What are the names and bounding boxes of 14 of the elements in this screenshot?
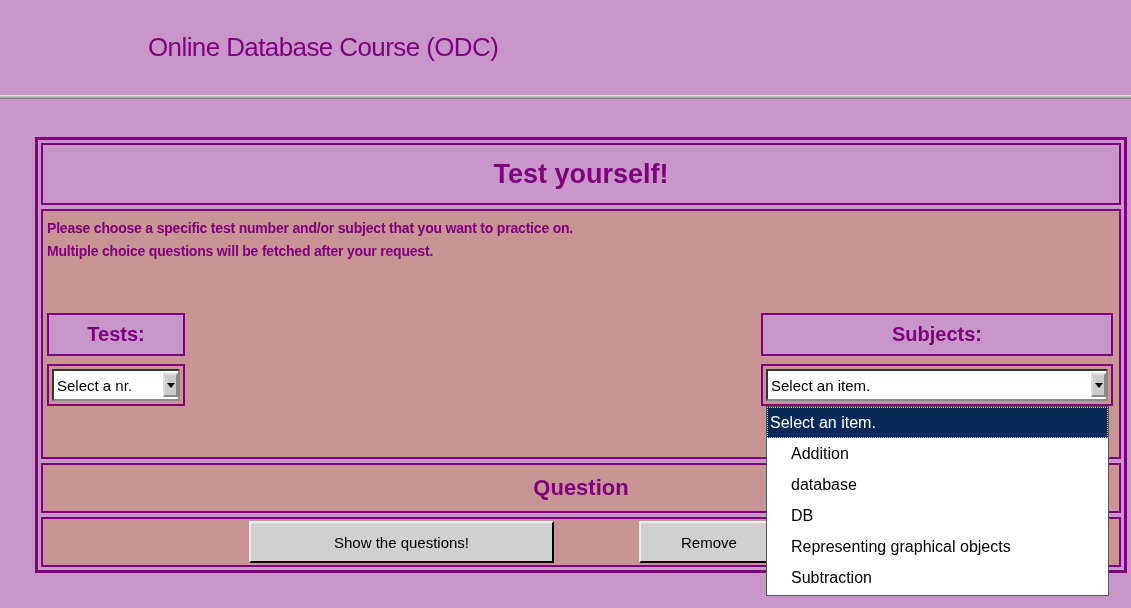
dropdown-option[interactable]: Addition xyxy=(767,438,1108,469)
subjects-label: Subjects: xyxy=(761,313,1113,356)
instruction-text: Please choose a specific test number and/or subject that you want to practice on. xyxy=(47,219,575,238)
site-title: Online Database Course (ODC) xyxy=(148,32,499,63)
tests-dropdown[interactable]: Select a nr. xyxy=(52,369,180,401)
dropdown-option[interactable]: Subtraction xyxy=(767,562,1108,593)
question-heading: Question xyxy=(533,475,629,501)
tests-label: Tests: xyxy=(47,313,185,356)
panel-title: Test yourself! xyxy=(493,158,669,190)
dropdown-option[interactable]: database xyxy=(767,469,1108,500)
dropdown-option[interactable]: Select an item. xyxy=(767,407,1108,438)
action-button[interactable]: Show the questions! xyxy=(249,521,554,563)
subjects-dropdown[interactable]: Select an item. xyxy=(766,369,1108,401)
instruction-text: Multiple choice questions will be fetched after your request. xyxy=(47,242,435,261)
